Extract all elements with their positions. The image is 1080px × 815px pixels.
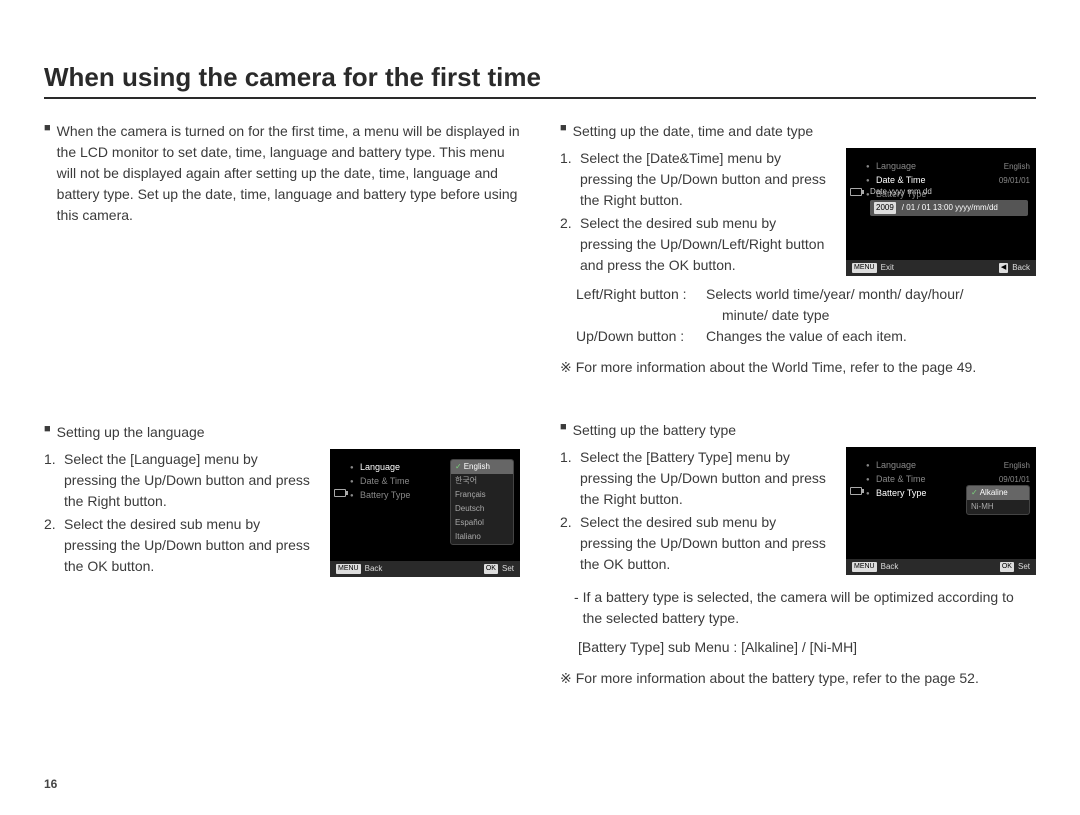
lcd-option: 한국어 — [451, 474, 513, 488]
batt-heading: Setting up the battery type — [573, 420, 736, 441]
intro-text: When the camera is turned on for the fir… — [57, 121, 520, 226]
date-heading-row: ■ Setting up the date, time and date typ… — [560, 121, 1036, 142]
reference-mark-icon: ※ — [560, 357, 572, 378]
page-title: When using the camera for the first time — [44, 62, 1036, 99]
battery-icon — [850, 188, 862, 196]
lang-step-2: Select the desired sub menu by pressing … — [64, 514, 312, 577]
left-column: ■ When the camera is turned on for the f… — [44, 121, 520, 689]
batt-step-2: Select the desired sub menu by pressing … — [580, 512, 828, 575]
batt-opt-note: - If a battery type is selected, the cam… — [574, 587, 1036, 629]
battery-icon — [850, 487, 862, 495]
square-bullet-icon: ■ — [44, 421, 51, 442]
lcd-value: English — [1004, 460, 1030, 472]
lcd-key-icon: OK — [484, 564, 498, 575]
right-column: ■ Setting up the date, time and date typ… — [560, 121, 1036, 689]
lcd-lang-popup: ✓English 한국어 Français Deutsch Español It… — [450, 459, 514, 545]
ud-label: Up/Down button : — [576, 326, 706, 347]
date-note-text: For more information about the World Tim… — [576, 357, 977, 378]
lcd-option: English — [464, 462, 490, 471]
lcd-language-screenshot: ●Language ●Date & Time ●Battery Type ✓En… — [330, 449, 520, 577]
lcd-item: Language — [876, 459, 1000, 473]
lcd-value: English — [1004, 161, 1030, 173]
lr-text2: minute/ date type — [722, 305, 1036, 326]
batt-steps-row: 1.Select the [Battery Type] menu by pres… — [560, 447, 1036, 577]
date-note: ※ For more information about the World T… — [560, 357, 1036, 378]
lcd-key-icon: OK — [1000, 562, 1014, 573]
batt-steps: 1.Select the [Battery Type] menu by pres… — [560, 447, 828, 575]
batt-submenu: [Battery Type] sub Menu : [Alkaline] / [… — [578, 637, 1036, 658]
lr-text: Selects world time/year/ month/ day/hour… — [706, 284, 964, 305]
lcd-value: 09/01/01 — [999, 175, 1030, 187]
battery-icon — [334, 489, 346, 497]
page-number: 16 — [44, 777, 57, 791]
content-columns: ■ When the camera is turned on for the f… — [44, 121, 1036, 689]
lcd-footer-text: Back — [881, 561, 899, 573]
batt-heading-row: ■ Setting up the battery type — [560, 420, 1036, 441]
lcd-toplabel: Date yyyy mm dd — [870, 186, 932, 198]
lcd-footer: MENU Back OK Set — [330, 561, 520, 577]
date-step-1: Select the [Date&Time] menu by pressing … — [580, 148, 828, 211]
date-steps-row: 1.Select the [Date&Time] menu by pressin… — [560, 148, 1036, 278]
lcd-footer: MENU Exit ◀ Back — [846, 260, 1036, 276]
lcd-date-rest: / 01 / 01 13:00 yyyy/mm/dd — [902, 202, 998, 214]
lcd-option: Français — [451, 488, 513, 502]
lcd-option: Español — [451, 516, 513, 530]
date-heading: Setting up the date, time and date type — [573, 121, 814, 142]
lcd-key-icon: MENU — [852, 263, 877, 274]
lcd-batt-popup: ✓Alkaline Ni-MH — [966, 485, 1030, 515]
square-bullet-icon: ■ — [560, 419, 567, 440]
lcd-footer-text: Back — [1012, 262, 1030, 274]
batt-note-text: For more information about the battery t… — [576, 668, 979, 689]
lcd-footer-text: Set — [502, 563, 514, 575]
lcd-option: Ni-MH — [967, 500, 1029, 514]
lang-steps: 1.Select the [Language] menu by pressing… — [44, 449, 312, 577]
batt-opt-text: If a battery type is selected, the camer… — [583, 587, 1036, 629]
intro-block: ■ When the camera is turned on for the f… — [44, 121, 520, 226]
lcd-footer-text: Exit — [881, 262, 894, 274]
lang-step-1: Select the [Language] menu by pressing t… — [64, 449, 312, 512]
lcd-battery-screenshot: ●LanguageEnglish ●Date & Time09/01/01 ●B… — [846, 447, 1036, 575]
lcd-footer: MENU Back OK Set — [846, 559, 1036, 575]
button-info: Left/Right button :Selects world time/ye… — [576, 284, 1036, 347]
square-bullet-icon: ■ — [560, 120, 567, 141]
lcd-option: Italiano — [451, 530, 513, 544]
ud-text: Changes the value of each item. — [706, 326, 907, 347]
date-steps: 1.Select the [Date&Time] menu by pressin… — [560, 148, 828, 276]
dash-icon: - — [574, 587, 579, 629]
lang-heading: Setting up the language — [57, 422, 205, 443]
lcd-footer-text: Back — [365, 563, 383, 575]
date-step-2: Select the desired sub menu by pressing … — [580, 213, 828, 276]
lcd-date-edit: 2009 / 01 / 01 13:00 yyyy/mm/dd — [870, 200, 1028, 216]
lcd-key-icon: ◀ — [999, 263, 1008, 274]
lcd-option: Deutsch — [451, 502, 513, 516]
lcd-item: Language — [876, 160, 1000, 174]
batt-note: ※ For more information about the battery… — [560, 668, 1036, 689]
lcd-date-screenshot: ●LanguageEnglish ●Date & Time09/01/01 ●B… — [846, 148, 1036, 276]
lang-heading-row: ■ Setting up the language — [44, 422, 520, 443]
lang-steps-row: 1.Select the [Language] menu by pressing… — [44, 449, 520, 579]
lcd-year: 2009 — [874, 202, 896, 214]
lcd-key-icon: MENU — [852, 562, 877, 573]
lcd-key-icon: MENU — [336, 564, 361, 575]
lcd-option: Alkaline — [980, 488, 1008, 497]
lr-label: Left/Right button : — [576, 284, 706, 305]
square-bullet-icon: ■ — [44, 120, 51, 225]
reference-mark-icon: ※ — [560, 668, 572, 689]
lcd-footer-text: Set — [1018, 561, 1030, 573]
batt-step-1: Select the [Battery Type] menu by pressi… — [580, 447, 828, 510]
